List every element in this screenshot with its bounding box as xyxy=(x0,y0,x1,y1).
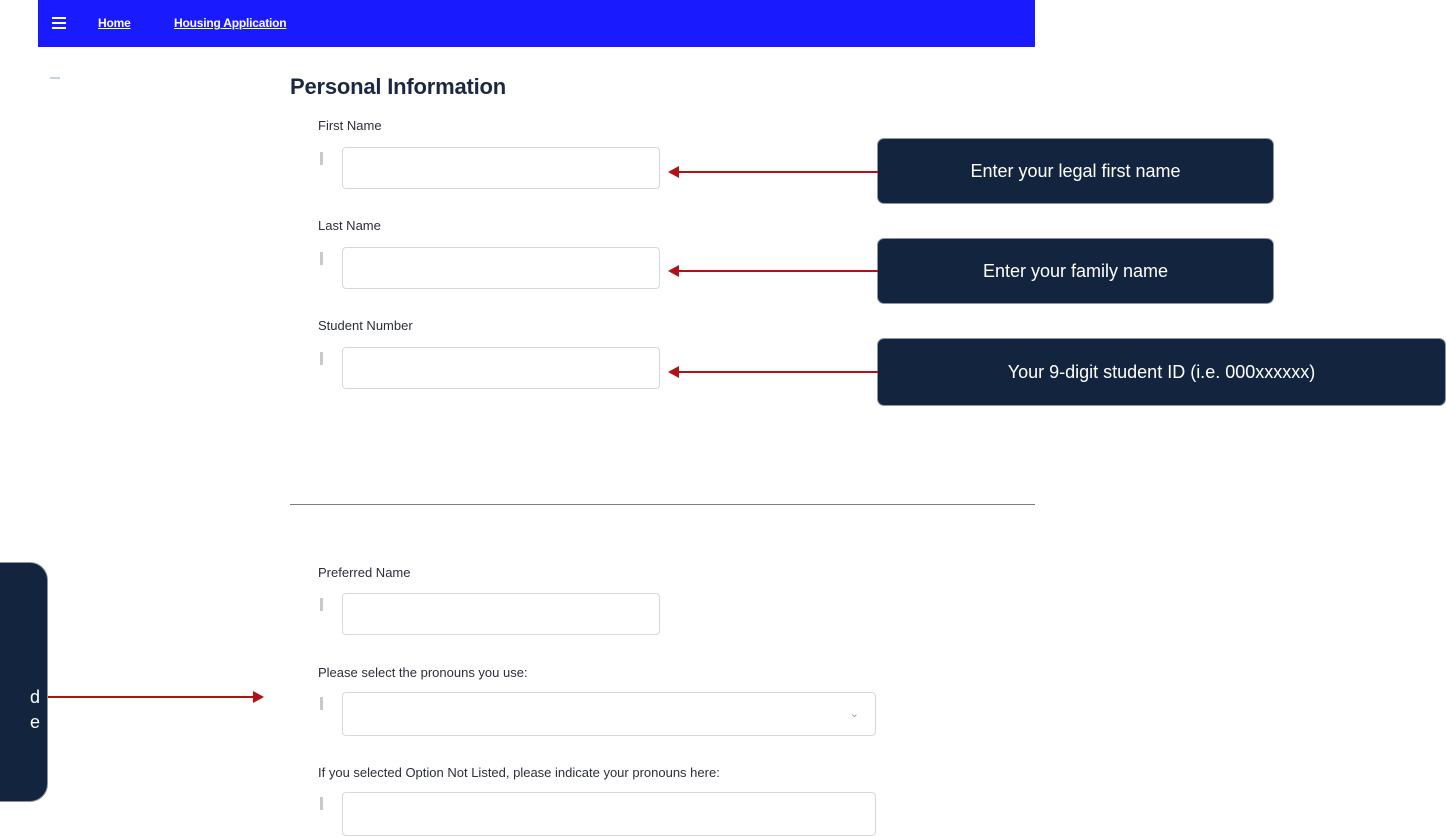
arrow-last-name xyxy=(678,270,878,272)
callout-first-name: Enter your legal first name xyxy=(877,138,1274,204)
required-marker xyxy=(320,352,323,365)
nav-link-home[interactable]: Home xyxy=(98,16,131,30)
arrow-head-icon xyxy=(668,366,679,378)
callout-pronouns-text-1: d xyxy=(29,687,40,707)
callout-pronouns-text-2: e xyxy=(29,712,40,732)
student-number-input[interactable] xyxy=(342,347,660,389)
first-name-input[interactable] xyxy=(342,147,660,189)
last-name-label: Last Name xyxy=(318,218,381,233)
page-title: Personal Information xyxy=(290,74,507,99)
preferred-name-input[interactable] xyxy=(342,593,660,635)
preferred-name-label: Preferred Name xyxy=(318,565,411,580)
sidebar-indicator xyxy=(50,77,60,79)
required-marker xyxy=(320,152,323,165)
arrow-first-name xyxy=(678,171,878,173)
hamburger-menu-icon[interactable] xyxy=(52,17,66,29)
required-marker xyxy=(320,252,323,265)
pronouns-label: Please select the pronouns you use: xyxy=(318,665,528,680)
other-pronouns-label: If you selected Option Not Listed, pleas… xyxy=(318,765,720,780)
required-marker xyxy=(320,598,323,611)
other-pronouns-input[interactable] xyxy=(342,792,876,836)
pronouns-select[interactable]: ⌄ xyxy=(342,692,876,736)
nav-link-housing-application[interactable]: Housing Application xyxy=(174,16,287,30)
arrow-student-number xyxy=(678,371,878,373)
required-marker xyxy=(320,797,323,810)
top-nav-bar: Home Housing Application xyxy=(38,0,1035,47)
chevron-down-icon: ⌄ xyxy=(849,708,859,720)
callout-last-name: Enter your family name xyxy=(877,238,1274,304)
arrow-head-icon xyxy=(668,265,679,277)
callout-student-number: Your 9-digit student ID (i.e. 000xxxxxx) xyxy=(877,338,1446,406)
arrow-pronouns xyxy=(48,696,254,698)
arrow-head-icon xyxy=(253,691,264,703)
last-name-input[interactable] xyxy=(342,247,660,289)
arrow-head-icon xyxy=(668,166,679,178)
section-divider xyxy=(290,504,1035,505)
student-number-label: Student Number xyxy=(318,318,413,333)
required-marker xyxy=(320,697,323,710)
callout-pronouns: d e xyxy=(0,562,48,802)
first-name-label: First Name xyxy=(318,118,382,133)
